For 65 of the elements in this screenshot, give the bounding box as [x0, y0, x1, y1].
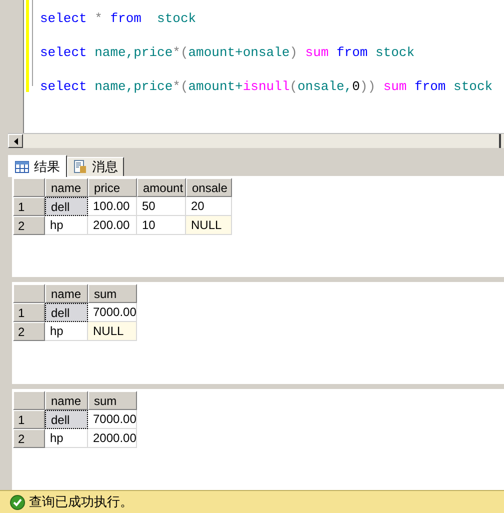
results-tab[interactable]: 结果 [8, 155, 67, 177]
scroll-left-button[interactable] [8, 134, 23, 148]
code-token: isnull [242, 78, 290, 96]
row-number[interactable]: 1 [13, 197, 45, 216]
code-token: stock [156, 10, 196, 28]
column-header[interactable]: sum [88, 390, 137, 410]
grid-icon [15, 160, 29, 172]
row-number[interactable]: 2 [13, 322, 45, 342]
code-token: from [335, 44, 368, 62]
code-token: * [94, 10, 104, 28]
column-header[interactable]: name [45, 178, 88, 197]
code-token: stock [374, 44, 415, 62]
select-all-corner[interactable] [13, 178, 45, 197]
table-cell: NULL [186, 216, 232, 235]
table-cell: 50 [137, 197, 186, 216]
code-token: onsale, [297, 78, 352, 96]
code-token: sum [383, 78, 407, 96]
table-cell: 100.00 [88, 197, 137, 216]
column-header[interactable]: name [45, 284, 88, 304]
table-cell: hp [45, 322, 88, 342]
table-cell: dell [45, 410, 88, 429]
code-token: )) [360, 78, 377, 96]
code-token: sum [305, 44, 329, 62]
code-token: *( [172, 44, 188, 62]
row-number[interactable]: 1 [13, 410, 45, 429]
code-token: name,price [94, 78, 173, 96]
column-header[interactable]: onsale [186, 178, 232, 197]
table-cell: NULL [88, 322, 137, 342]
code-token: from [110, 10, 142, 28]
table-cell: 200.00 [88, 216, 137, 235]
table-cell: dell [45, 303, 88, 322]
code-token: name,price [94, 44, 173, 62]
table-cell: 7000.00 [88, 303, 137, 322]
column-header[interactable]: name [45, 390, 88, 410]
table-cell: 20 [186, 197, 232, 216]
success-check-icon [10, 494, 25, 510]
column-header[interactable]: price [88, 178, 137, 197]
left-arrow-icon [14, 138, 18, 144]
select-all-corner[interactable] [13, 390, 45, 410]
table-cell: dell [45, 197, 88, 216]
table-cell: 2000.00 [88, 428, 137, 448]
row-number[interactable]: 1 [13, 303, 45, 322]
table-cell: 10 [137, 216, 186, 235]
column-header[interactable]: amount [137, 178, 186, 197]
code-token: ( [290, 78, 298, 96]
code-token: from [414, 78, 446, 96]
results-tab[interactable]: 消息 [67, 157, 124, 176]
code-token: amount+ [188, 78, 243, 96]
table-cell: hp [45, 428, 88, 448]
code-token: amount+onsale [188, 44, 290, 62]
code-token: *( [172, 78, 188, 96]
code-token: select [40, 78, 87, 96]
table-cell: hp [45, 216, 88, 235]
column-header[interactable]: sum [88, 284, 137, 304]
code-token: select [40, 10, 87, 28]
row-number[interactable]: 2 [13, 216, 45, 235]
code-token: 0 [352, 78, 360, 96]
select-all-corner[interactable] [13, 284, 45, 304]
code-token: select [40, 44, 87, 62]
code-token: stock [452, 78, 493, 96]
row-number[interactable]: 2 [13, 428, 45, 448]
code-token: ) [290, 44, 298, 62]
document-icon [73, 160, 87, 174]
table-cell: 7000.00 [88, 410, 137, 429]
status-message: 查询已成功执行。 [29, 493, 133, 512]
